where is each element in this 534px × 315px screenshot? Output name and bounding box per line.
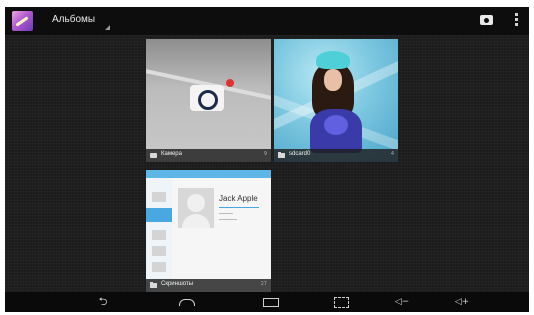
screenshot-icon[interactable] [331, 294, 351, 310]
photo-camera-sticker [190, 85, 224, 111]
album-count: 27 [260, 281, 267, 287]
thumb-avatar [152, 262, 166, 272]
action-bar: Альбомы [5, 7, 529, 35]
back-icon[interactable]: ⮌ [93, 294, 113, 310]
album-count: 4 [390, 151, 394, 157]
thumb-avatar [152, 230, 166, 240]
album-count: 9 [263, 151, 267, 157]
photo-hat [316, 51, 350, 69]
folder-icon [150, 282, 157, 288]
volume-down-icon[interactable]: ◁− [391, 294, 413, 310]
thumb-avatar [152, 246, 166, 256]
home-icon[interactable] [177, 294, 197, 310]
contact-name: Jack Apple [219, 194, 258, 203]
gallery-screen: Альбомы Камера 9 sdcard0 4 Jack Apple Ск… [5, 7, 529, 312]
thumb-avatar [152, 192, 166, 202]
album-tile-screenshots[interactable]: Jack Apple Скриншоты 27 [146, 170, 271, 292]
folder-icon [278, 152, 285, 158]
album-label: Камера [161, 151, 182, 157]
camera-icon[interactable] [480, 15, 493, 25]
recent-apps-icon[interactable] [261, 294, 281, 310]
album-tile-camera[interactable]: Камера 9 [146, 39, 271, 162]
album-tile-sdcard0[interactable]: sdcard0 4 [274, 39, 398, 162]
overflow-menu-icon[interactable] [515, 13, 519, 29]
thumb-sidebar [146, 178, 172, 292]
thumb-selected-row [146, 208, 172, 222]
thumb-line [219, 219, 237, 220]
thumb-divider [219, 207, 259, 208]
spinner-arrow-icon[interactable] [105, 25, 110, 30]
album-label: Скриншоты [161, 281, 194, 287]
navigation-bar: ⮌ ◁− ◁+ [5, 292, 529, 312]
thumb-topbar [146, 170, 271, 178]
album-spinner-title[interactable]: Альбомы [52, 14, 95, 25]
gallery-icon[interactable] [12, 11, 33, 31]
volume-up-icon[interactable]: ◁+ [451, 294, 473, 310]
album-caption: Камера 9 [146, 149, 271, 162]
album-caption: Скриншоты 27 [146, 279, 271, 292]
contact-avatar [178, 188, 214, 228]
photo-body [310, 109, 362, 153]
photo-face [324, 69, 342, 91]
thumb-line [219, 213, 233, 214]
camera-icon [150, 153, 157, 158]
album-label: sdcard0 [289, 151, 311, 157]
album-caption: sdcard0 4 [274, 149, 398, 162]
photo-red-pin [226, 79, 234, 87]
